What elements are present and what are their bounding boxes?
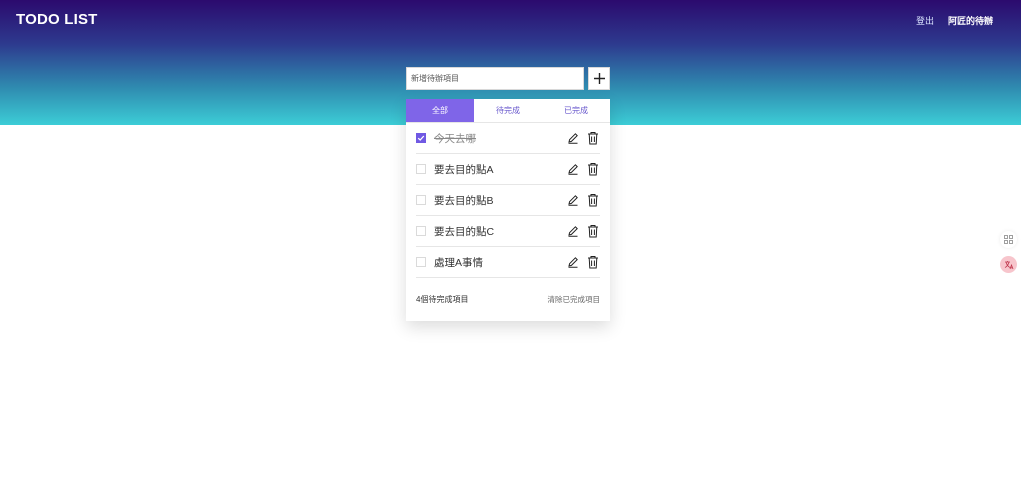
todo-checkbox[interactable]	[416, 257, 426, 267]
pencil-icon	[568, 257, 578, 268]
edit-button[interactable]	[566, 131, 580, 145]
page: TODO LIST 登出 阿匠的待辦 全部 待完成 已完成 今天去哪	[0, 0, 1021, 502]
trash-icon	[588, 132, 598, 145]
trash-icon	[588, 163, 598, 176]
todo-text: 今天去哪	[434, 132, 476, 145]
add-todo-button[interactable]	[588, 67, 610, 90]
pencil-icon	[568, 226, 578, 237]
add-todo-row	[406, 67, 610, 90]
trash-icon	[588, 256, 598, 269]
translate-icon	[1004, 260, 1013, 269]
todo-item: 要去目的點A	[416, 154, 600, 185]
todo-text: 要去目的點C	[434, 225, 495, 238]
pencil-icon	[568, 195, 578, 206]
pencil-icon	[568, 133, 578, 144]
tab-pending[interactable]: 待完成	[474, 99, 542, 122]
delete-button[interactable]	[586, 131, 600, 145]
remaining-count: 4個待完成項目	[416, 294, 469, 304]
todo-list: 今天去哪 要去目的點A 要去目的點B 要去目的點C 處理A事情	[406, 123, 610, 278]
edit-button[interactable]	[566, 193, 580, 207]
clear-completed-button[interactable]: 清除已完成項目	[548, 294, 601, 305]
todo-item: 要去目的點B	[416, 185, 600, 216]
tab-all[interactable]: 全部	[406, 99, 474, 122]
grid-icon	[1004, 235, 1013, 244]
trash-icon	[588, 225, 598, 238]
new-todo-input[interactable]	[406, 67, 584, 90]
todo-text: 要去目的點B	[434, 194, 494, 207]
todo-item: 今天去哪	[416, 123, 600, 154]
todo-item: 要去目的點C	[416, 216, 600, 247]
pencil-icon	[568, 164, 578, 175]
delete-button[interactable]	[586, 224, 600, 238]
todo-text: 處理A事情	[434, 256, 484, 269]
side-widget-button[interactable]	[1000, 256, 1017, 273]
delete-button[interactable]	[586, 255, 600, 269]
user-todo-link[interactable]: 阿匠的待辦	[948, 14, 993, 27]
top-nav: 登出 阿匠的待辦	[916, 14, 993, 27]
todo-text: 要去目的點A	[434, 163, 494, 176]
tab-completed[interactable]: 已完成	[542, 99, 610, 122]
logout-link[interactable]: 登出	[916, 14, 934, 27]
trash-icon	[588, 194, 598, 207]
todo-card: 全部 待完成 已完成 今天去哪 要去目的點A 要去目的點B 要去目的點C 處理A…	[406, 99, 610, 321]
delete-button[interactable]	[586, 193, 600, 207]
todo-item: 處理A事情	[416, 247, 600, 278]
app-brand: TODO LIST	[16, 11, 98, 28]
edit-button[interactable]	[566, 224, 580, 238]
filter-tabs: 全部 待完成 已完成	[406, 99, 610, 123]
check-icon	[417, 135, 425, 141]
delete-button[interactable]	[586, 162, 600, 176]
side-widget-button[interactable]	[1000, 231, 1017, 248]
todo-checkbox[interactable]	[416, 164, 426, 174]
todo-checkbox[interactable]	[416, 133, 426, 143]
edit-button[interactable]	[566, 255, 580, 269]
plus-icon	[593, 73, 605, 84]
edit-button[interactable]	[566, 162, 580, 176]
todo-footer: 4個待完成項目 清除已完成項目	[406, 278, 610, 320]
todo-checkbox[interactable]	[416, 226, 426, 236]
todo-checkbox[interactable]	[416, 195, 426, 205]
